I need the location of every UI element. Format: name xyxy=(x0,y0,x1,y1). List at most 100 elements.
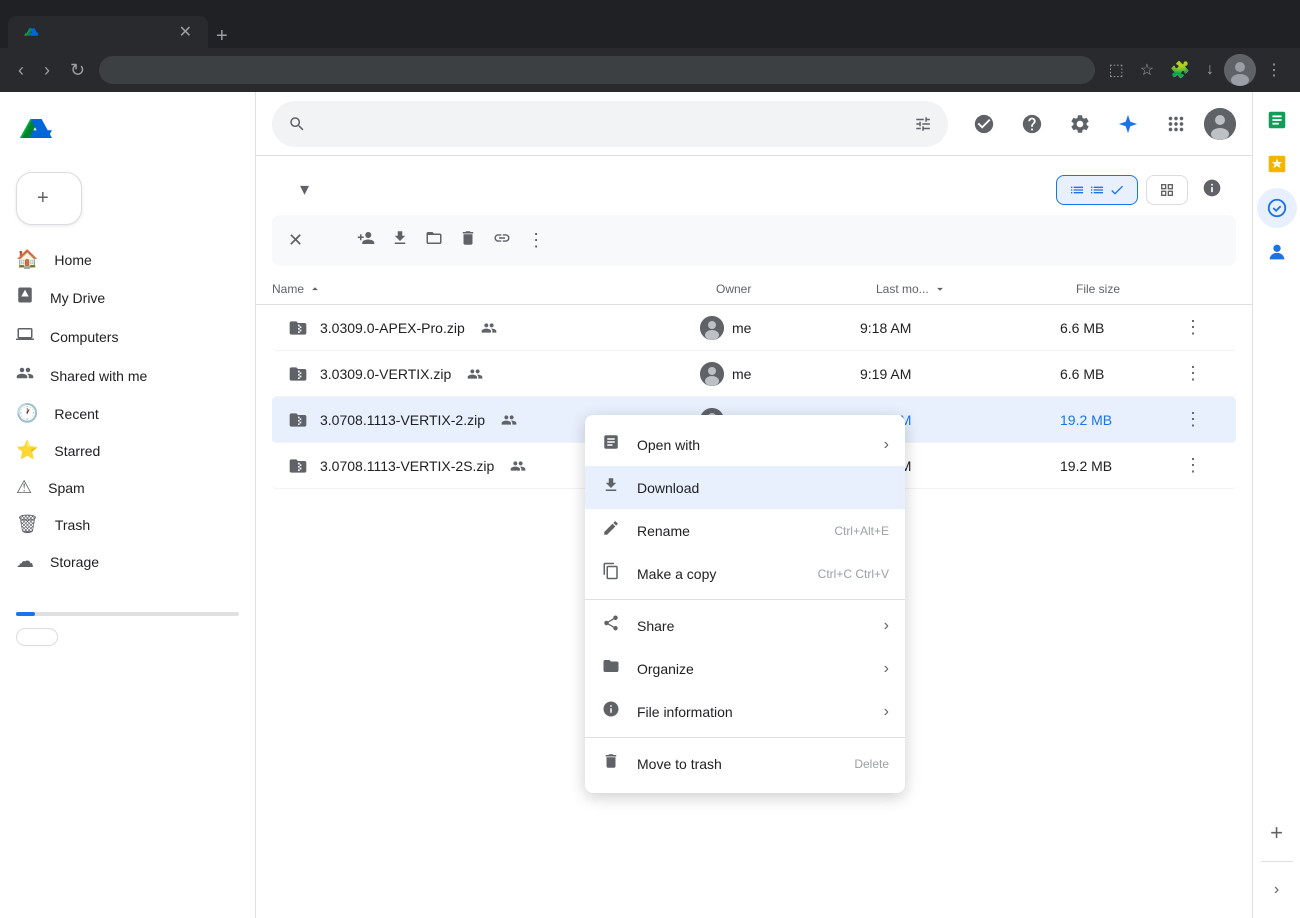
storage-bar-fill xyxy=(16,612,35,616)
ctx-item-file-info[interactable]: File information › xyxy=(585,690,905,733)
search-settings-icon[interactable] xyxy=(914,114,932,134)
active-tab[interactable]: ✕ xyxy=(8,16,208,48)
col-name-header[interactable]: Name xyxy=(272,282,716,296)
more-actions-cell: ⋮ xyxy=(1180,359,1220,388)
zip-file-icon xyxy=(288,318,308,338)
breadcrumb: ▾ xyxy=(280,179,309,200)
add-panel-icon[interactable]: + xyxy=(1257,813,1297,853)
settings-icon-btn[interactable] xyxy=(1060,104,1100,144)
sidebar-item-spam[interactable]: ⚠ Spam xyxy=(0,469,239,506)
ctx-item-download[interactable]: Download xyxy=(585,466,905,509)
sidebar-item-home[interactable]: 🏠 Home xyxy=(0,241,239,278)
info-btn[interactable] xyxy=(1196,172,1228,207)
sidebar-item-my-drive[interactable]: My Drive xyxy=(0,278,239,317)
table-row[interactable]: 3.0309.0-APEX-Pro.zip me 9:18 AM 6.6 MB … xyxy=(272,305,1236,351)
sidebar-item-storage[interactable]: ☁ Storage xyxy=(0,543,239,580)
delete-selection-btn[interactable] xyxy=(453,223,483,258)
address-bar[interactable] xyxy=(99,56,1095,84)
sort-icon xyxy=(308,282,322,296)
more-actions-btn[interactable]: ⋮ xyxy=(1180,313,1206,342)
sidebar-item-shared-label: Shared with me xyxy=(50,368,147,384)
ctx-item-move-to-trash[interactable]: Move to trash Delete xyxy=(585,742,905,785)
browser-avatar[interactable] xyxy=(1224,54,1256,86)
browser-menu-icon[interactable]: ⋮ xyxy=(1260,54,1288,86)
owner-avatar xyxy=(700,316,724,340)
list-view-btn[interactable] xyxy=(1056,175,1138,205)
bookmark-icon[interactable]: ☆ xyxy=(1134,54,1160,86)
more-actions-btn[interactable]: ⋮ xyxy=(1180,405,1206,434)
more-selection-btn[interactable]: ⋮ xyxy=(521,223,551,258)
col-owner-header[interactable]: Owner xyxy=(716,282,876,296)
owner-name: me xyxy=(732,366,751,382)
file-info-label: File information xyxy=(637,704,733,720)
open-with-icon xyxy=(601,433,621,456)
drive-logo-icon xyxy=(16,108,56,148)
download-selection-btn[interactable] xyxy=(385,223,415,258)
table-row[interactable]: 3.0309.0-VERTIX.zip me 9:19 AM 6.6 MB ⋮ xyxy=(272,351,1236,397)
ctx-item-share[interactable]: Share › xyxy=(585,604,905,647)
sheets-panel-icon[interactable] xyxy=(1257,100,1297,140)
rename-icon xyxy=(601,519,621,542)
search-input[interactable] xyxy=(318,115,902,133)
col-actions-header xyxy=(1196,282,1236,296)
file-info-icon xyxy=(601,700,621,723)
user-avatar[interactable] xyxy=(1204,108,1236,140)
tasks-panel-icon[interactable] xyxy=(1257,188,1297,228)
folder-dropdown-icon[interactable]: ▾ xyxy=(300,179,309,200)
selection-actions: ⋮ xyxy=(351,223,551,258)
apps-icon-btn[interactable] xyxy=(1156,104,1196,144)
sidebar-item-recent[interactable]: 🕐 Recent xyxy=(0,395,239,432)
ctx-item-organize[interactable]: Organize › xyxy=(585,647,905,690)
zip-file-icon xyxy=(288,364,308,384)
sidebar-item-shared[interactable]: Shared with me xyxy=(0,356,239,395)
ctx-item-rename[interactable]: Rename Ctrl+Alt+E xyxy=(585,509,905,552)
ctx-item-make-copy[interactable]: Make a copy Ctrl+C Ctrl+V xyxy=(585,552,905,595)
extension-icon[interactable]: 🧩 xyxy=(1164,54,1196,86)
make-copy-icon xyxy=(601,562,621,585)
keep-panel-icon[interactable] xyxy=(1257,144,1297,184)
back-btn[interactable]: ‹ xyxy=(12,56,30,85)
download-browser-icon[interactable]: ↓ xyxy=(1200,54,1220,86)
download-icon xyxy=(601,476,621,499)
move-selection-btn[interactable] xyxy=(419,223,449,258)
checkmark-icon xyxy=(1109,182,1125,198)
cast-icon[interactable]: ⬚ xyxy=(1103,54,1130,86)
ctx-item-open-with[interactable]: Open with › xyxy=(585,423,905,466)
file-name: 3.0708.1113-VERTIX-2S.zip xyxy=(320,458,494,474)
share-selection-btn[interactable] xyxy=(351,223,381,258)
folder-name: ▾ xyxy=(296,179,309,200)
owner-cell: me xyxy=(700,316,860,340)
more-actions-btn[interactable]: ⋮ xyxy=(1180,359,1206,388)
gemini-icon-btn[interactable] xyxy=(1108,104,1148,144)
tab-close-btn[interactable]: ✕ xyxy=(179,22,192,42)
selection-close-btn[interactable]: ✕ xyxy=(288,230,303,251)
accounts-icon-btn[interactable] xyxy=(964,104,1004,144)
more-actions-cell: ⋮ xyxy=(1180,451,1220,480)
owner-avatar xyxy=(700,362,724,386)
forward-btn[interactable]: › xyxy=(38,56,56,85)
link-selection-btn[interactable] xyxy=(487,223,517,258)
get-storage-button[interactable] xyxy=(16,628,58,646)
drive-logo xyxy=(16,108,64,148)
shared-icon xyxy=(467,366,483,382)
reload-btn[interactable]: ↻ xyxy=(64,56,91,85)
contacts-panel-icon[interactable] xyxy=(1257,232,1297,272)
grid-view-btn[interactable] xyxy=(1146,175,1188,205)
col-modified-header[interactable]: Last mo... xyxy=(876,282,1076,296)
shared-icon xyxy=(16,364,34,387)
search-icon xyxy=(288,114,306,134)
sidebar-item-trash[interactable]: 🗑 Trash xyxy=(0,506,239,543)
browser-toolbar: ‹ › ↻ ⬚ ☆ 🧩 ↓ ⋮ xyxy=(0,48,1300,92)
help-icon-btn[interactable] xyxy=(1012,104,1052,144)
expand-panel-icon[interactable]: › xyxy=(1257,870,1297,910)
rename-label: Rename xyxy=(637,523,690,539)
sidebar-item-computers[interactable]: Computers xyxy=(0,317,239,356)
sidebar-item-starred[interactable]: ⭐ Starred xyxy=(0,432,239,469)
right-panel: + › xyxy=(1252,92,1300,918)
new-button[interactable]: + xyxy=(16,172,82,225)
sidebar-item-home-label: Home xyxy=(54,252,91,268)
more-actions-btn[interactable]: ⋮ xyxy=(1180,451,1206,480)
col-size-header[interactable]: File size xyxy=(1076,282,1196,296)
new-tab-btn[interactable]: + xyxy=(212,25,232,48)
storage-bar-bg xyxy=(16,612,239,616)
